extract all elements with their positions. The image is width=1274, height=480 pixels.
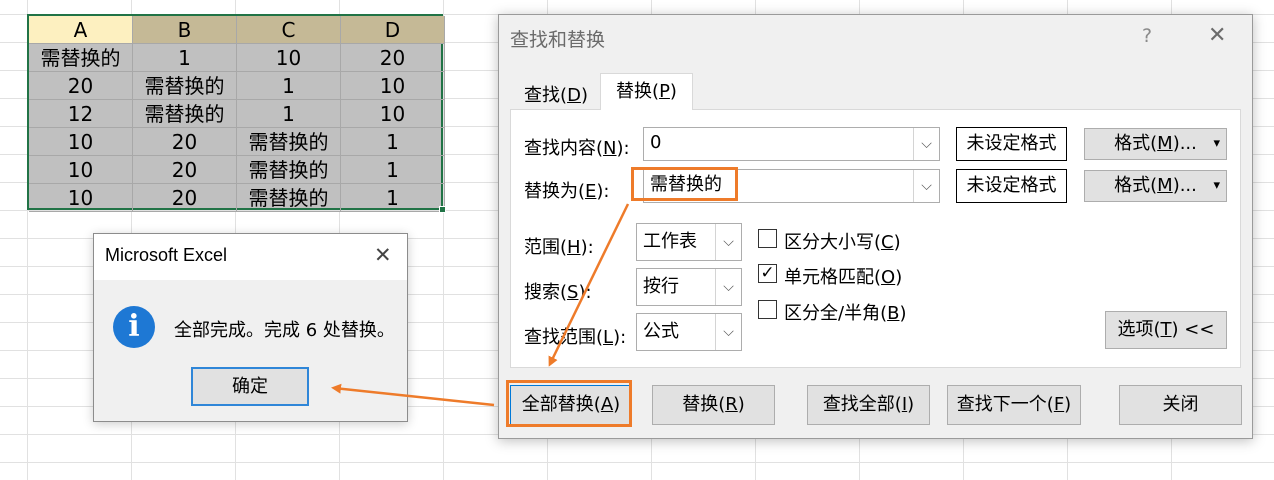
arrow-to-ok-button xyxy=(331,383,495,407)
arrow-to-replace-all xyxy=(548,203,630,367)
annotation-arrows xyxy=(331,203,630,407)
